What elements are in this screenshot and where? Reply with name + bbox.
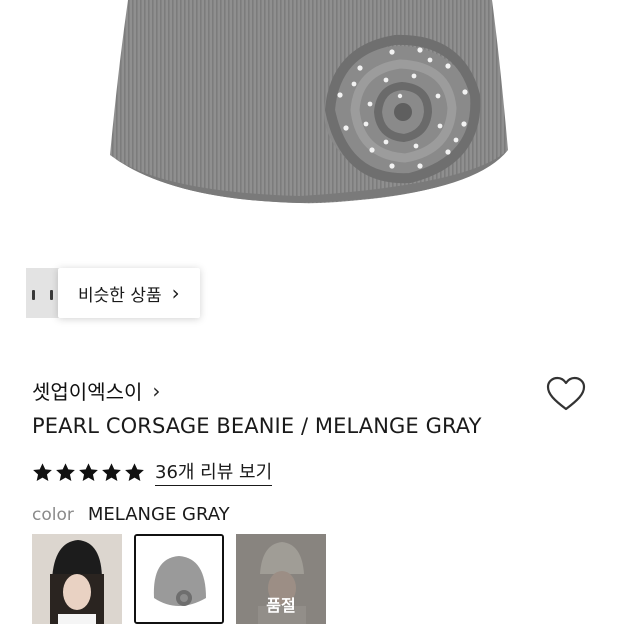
brand-name: 셋업이엑스이 xyxy=(32,380,143,404)
chevron-right-icon: › xyxy=(171,281,180,305)
similar-products-label: 비슷한 상품 xyxy=(78,285,162,306)
rating-row: 36개 리뷰 보기 xyxy=(32,458,273,486)
swatch-black[interactable] xyxy=(32,534,122,624)
swatch-melange-gray[interactable] xyxy=(134,534,224,624)
heart-outline-icon[interactable] xyxy=(546,376,586,412)
gray-beanie-photo xyxy=(136,536,222,622)
similar-products-button[interactable]: 비슷한 상품 › xyxy=(58,268,200,318)
beanie-image xyxy=(110,0,508,204)
soldout-label: 품절 xyxy=(266,596,296,615)
similar-thumbnail xyxy=(26,268,45,318)
star-icon xyxy=(125,462,144,481)
product-title: PEARL CORSAGE BEANIE / MELANGE GRAY xyxy=(32,414,482,438)
color-selector-header: color MELANGE GRAY xyxy=(32,504,230,525)
color-swatches: 품절 xyxy=(32,534,338,624)
brand-link[interactable]: 셋업이엑스이 › xyxy=(32,376,160,405)
star-icon xyxy=(102,462,121,481)
product-hero-image[interactable] xyxy=(0,0,620,262)
chevron-right-icon: › xyxy=(152,378,161,403)
corsage-flower xyxy=(324,34,481,184)
star-icon xyxy=(79,462,98,481)
color-value: MELANGE GRAY xyxy=(87,504,230,525)
similar-products-widget[interactable]: 비슷한 상품 › xyxy=(26,268,200,318)
reviews-link[interactable]: 36개 리뷰 보기 xyxy=(155,458,273,486)
similar-thumbnails xyxy=(26,268,63,318)
rating-stars xyxy=(32,462,147,483)
star-icon xyxy=(56,462,75,481)
swatch-ivory-soldout[interactable]: 품절 xyxy=(236,534,326,624)
black-beanie-photo xyxy=(32,534,122,624)
color-label: color xyxy=(32,505,74,525)
star-icon xyxy=(33,462,52,481)
